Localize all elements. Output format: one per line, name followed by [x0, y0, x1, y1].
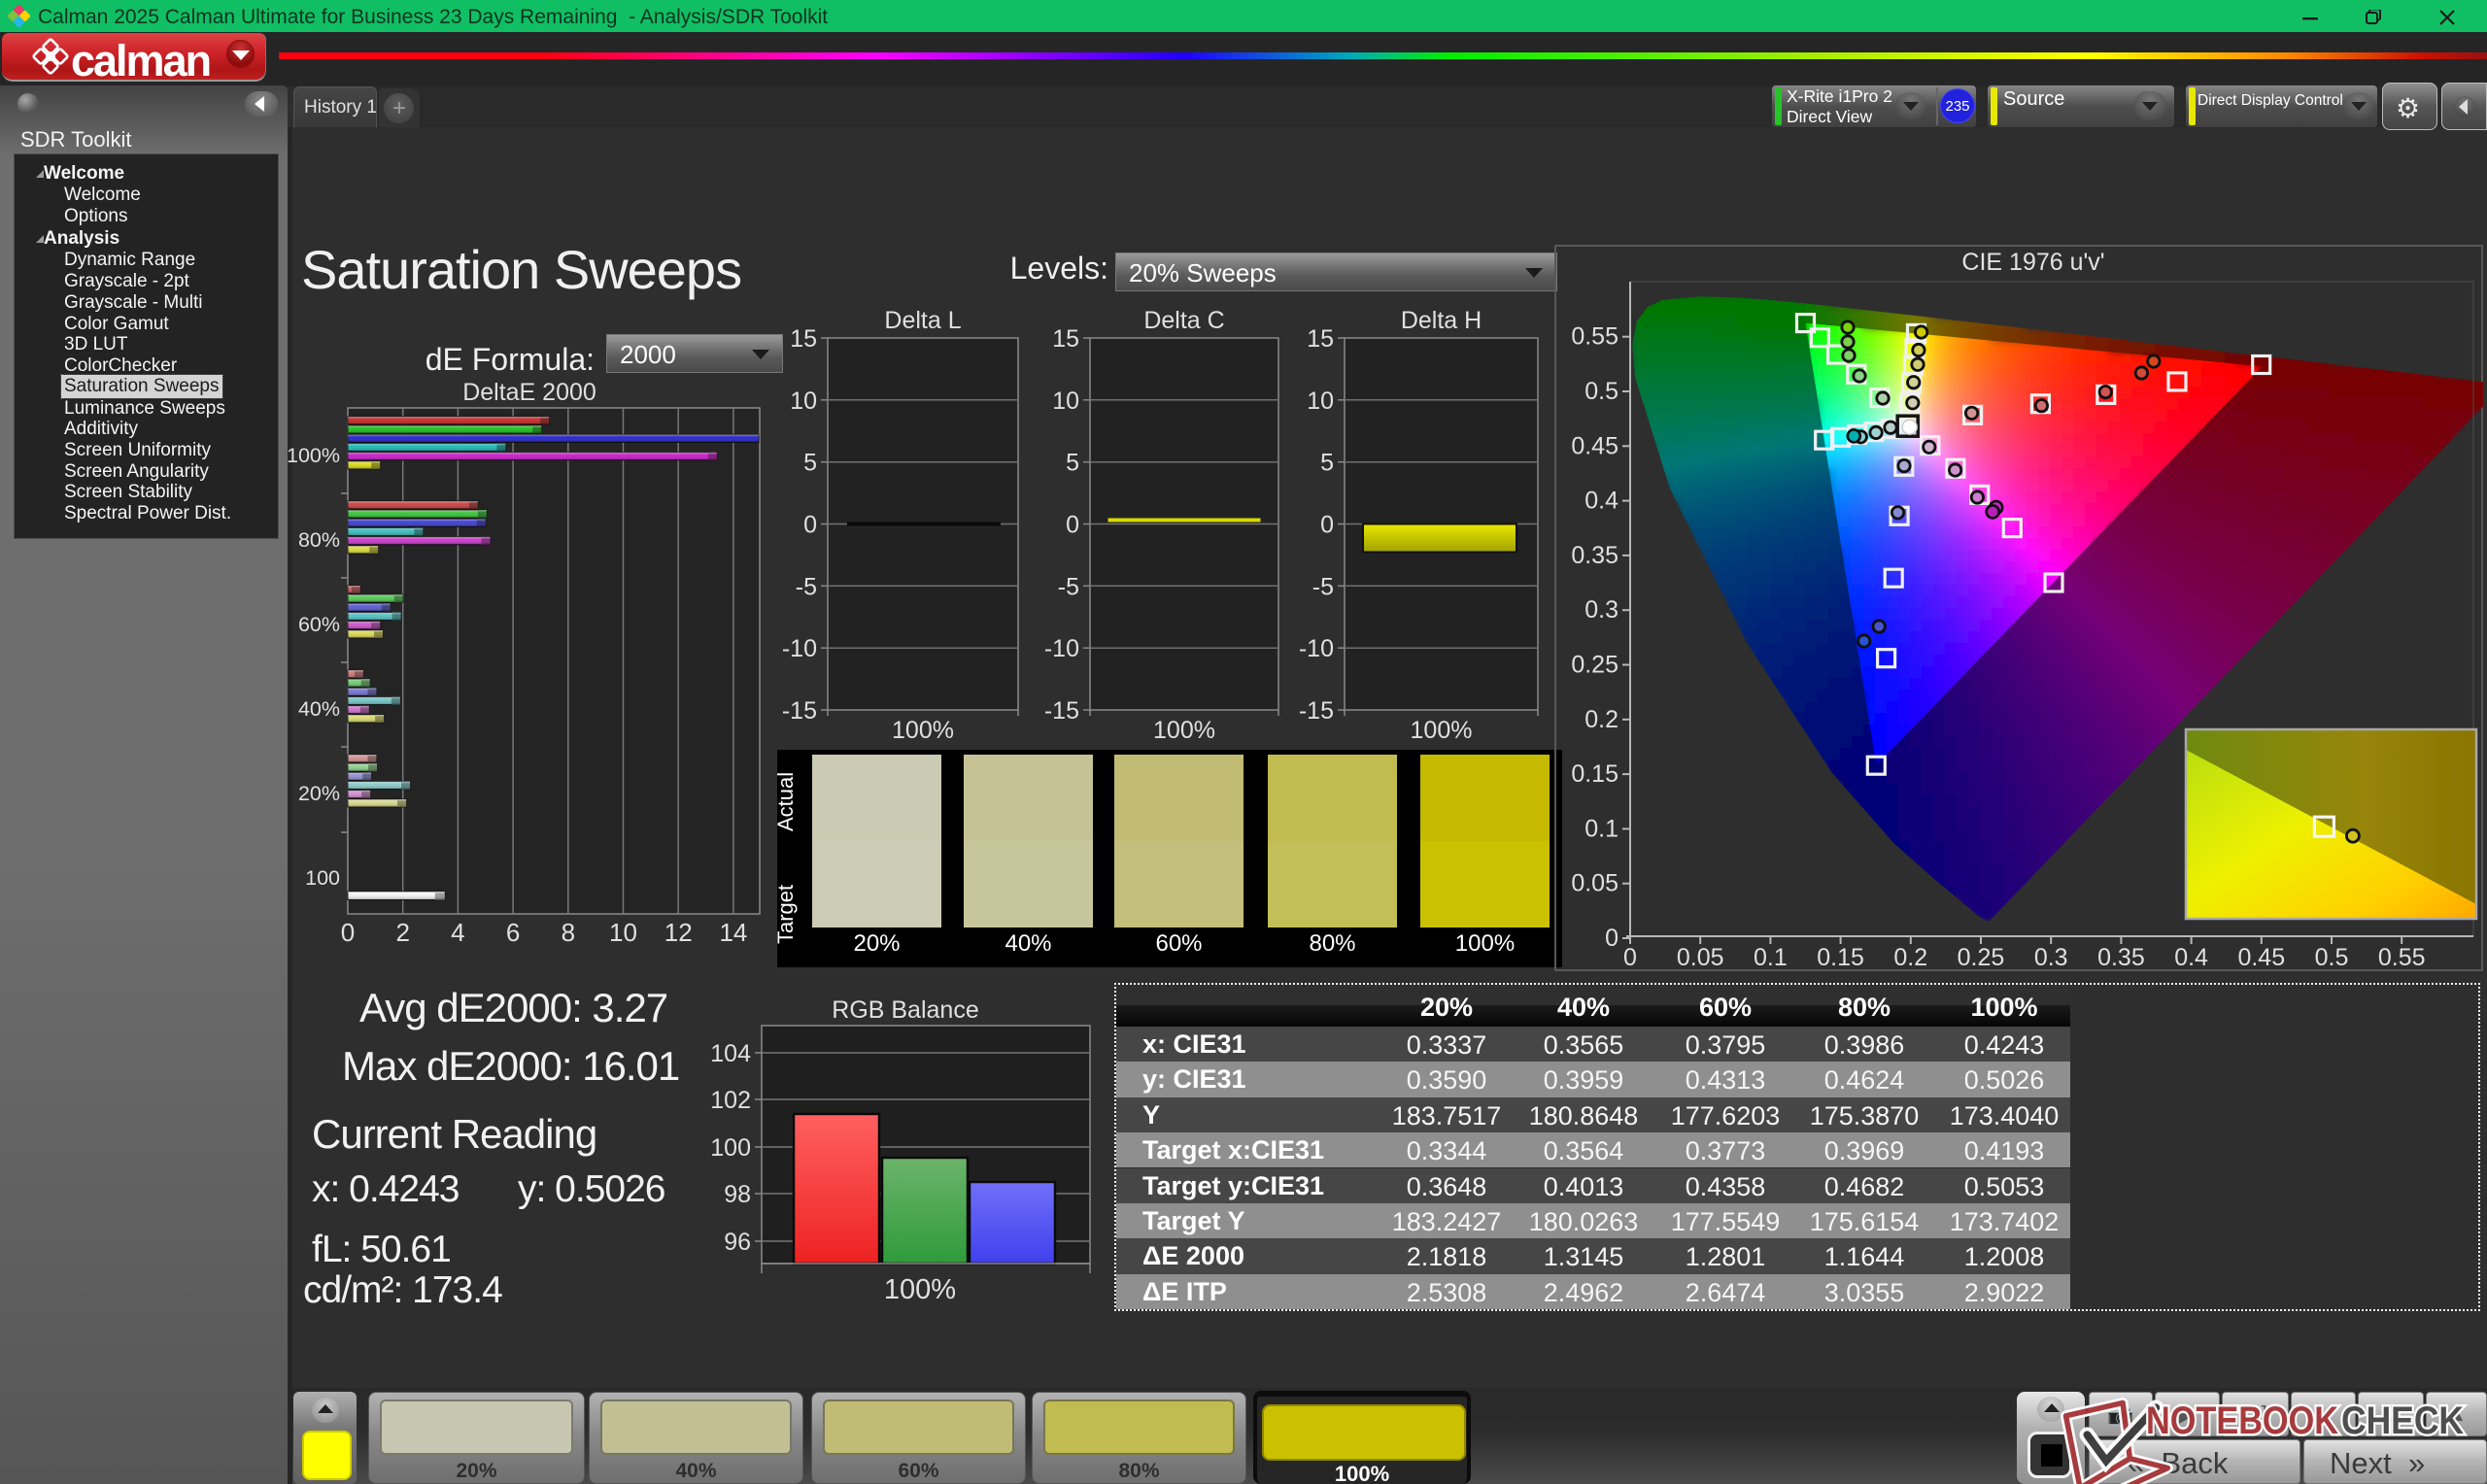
svg-text:0.45: 0.45: [2237, 944, 2285, 971]
svg-text:0.3: 0.3: [1584, 596, 1618, 624]
svg-text:0.2: 0.2: [1584, 706, 1618, 733]
svg-text:10: 10: [1052, 388, 1079, 415]
svg-text:0.5: 0.5: [1584, 378, 1618, 405]
svg-text:-15: -15: [782, 697, 817, 725]
svg-text:12: 12: [664, 918, 693, 947]
svg-text:-15: -15: [1044, 697, 1079, 725]
svg-text:0.55: 0.55: [2378, 944, 2426, 971]
svg-text:60%: 60%: [298, 613, 340, 636]
svg-text:0.2: 0.2: [1893, 944, 1927, 971]
svg-text:100: 100: [305, 866, 340, 890]
svg-text:8: 8: [562, 918, 575, 947]
svg-text:-10: -10: [1299, 635, 1334, 662]
svg-text:100%: 100%: [287, 444, 340, 467]
svg-text:100%: 100%: [1153, 717, 1215, 744]
svg-text:CIE 1976 u'v': CIE 1976 u'v': [1961, 249, 2104, 276]
svg-text:10: 10: [790, 388, 817, 415]
svg-text:104: 104: [710, 1040, 751, 1067]
svg-text:0.35: 0.35: [1571, 542, 1618, 569]
svg-text:20%: 20%: [298, 782, 340, 805]
svg-text:0.15: 0.15: [1817, 944, 1864, 971]
svg-text:0.4: 0.4: [1584, 488, 1618, 515]
svg-text:4: 4: [451, 918, 464, 947]
svg-text:2: 2: [395, 918, 409, 947]
svg-text:5: 5: [803, 450, 817, 477]
svg-text:5: 5: [1320, 450, 1334, 477]
svg-text:NOTEBOOK: NOTEBOOK: [2146, 1400, 2338, 1442]
svg-text:80%: 80%: [298, 528, 340, 552]
svg-text:Delta C: Delta C: [1143, 311, 1224, 334]
svg-text:RGB Balance: RGB Balance: [832, 996, 978, 1024]
svg-text:0.35: 0.35: [2097, 944, 2145, 971]
svg-text:DeltaE 2000: DeltaE 2000: [462, 379, 596, 406]
svg-text:0.3: 0.3: [2034, 944, 2068, 971]
svg-text:0.15: 0.15: [1571, 760, 1618, 788]
svg-text:Delta H: Delta H: [1401, 311, 1482, 334]
svg-text:0: 0: [1623, 944, 1637, 971]
svg-text:Delta L: Delta L: [884, 311, 961, 334]
svg-text:0.05: 0.05: [1677, 944, 1724, 971]
svg-text:15: 15: [1307, 325, 1334, 353]
svg-text:-5: -5: [1058, 573, 1079, 600]
svg-text:-5: -5: [1312, 573, 1334, 600]
svg-text:15: 15: [790, 325, 817, 353]
svg-text:96: 96: [724, 1229, 751, 1256]
svg-text:0: 0: [1066, 512, 1079, 539]
svg-text:100%: 100%: [884, 1274, 956, 1305]
svg-text:100%: 100%: [892, 717, 954, 744]
svg-text:15: 15: [1052, 325, 1079, 353]
svg-text:-15: -15: [1299, 697, 1334, 725]
svg-text:-10: -10: [782, 635, 817, 662]
svg-text:100: 100: [710, 1134, 751, 1162]
svg-text:0: 0: [1605, 925, 1618, 952]
svg-text:14: 14: [719, 918, 747, 947]
svg-text:0.45: 0.45: [1571, 432, 1618, 459]
svg-text:98: 98: [724, 1181, 751, 1208]
svg-text:0.1: 0.1: [1754, 944, 1788, 971]
svg-text:102: 102: [710, 1087, 751, 1114]
svg-text:0: 0: [341, 918, 355, 947]
svg-text:0.25: 0.25: [1958, 944, 2005, 971]
svg-text:10: 10: [609, 918, 637, 947]
svg-text:0.05: 0.05: [1571, 870, 1618, 897]
svg-text:0.5: 0.5: [2315, 944, 2349, 971]
svg-text:0.4: 0.4: [2174, 944, 2208, 971]
svg-text:10: 10: [1307, 388, 1334, 415]
svg-text:-10: -10: [1044, 635, 1079, 662]
svg-text:-5: -5: [796, 573, 817, 600]
svg-text:0.25: 0.25: [1571, 652, 1618, 679]
svg-text:5: 5: [1066, 450, 1079, 477]
svg-text:0: 0: [1320, 512, 1334, 539]
svg-text:0: 0: [803, 512, 817, 539]
svg-text:6: 6: [506, 918, 520, 947]
svg-text:CHECK: CHECK: [2341, 1400, 2464, 1442]
svg-text:40%: 40%: [298, 697, 340, 721]
svg-text:0.55: 0.55: [1571, 323, 1618, 351]
svg-text:100%: 100%: [1411, 717, 1473, 744]
svg-text:0.1: 0.1: [1584, 815, 1618, 842]
